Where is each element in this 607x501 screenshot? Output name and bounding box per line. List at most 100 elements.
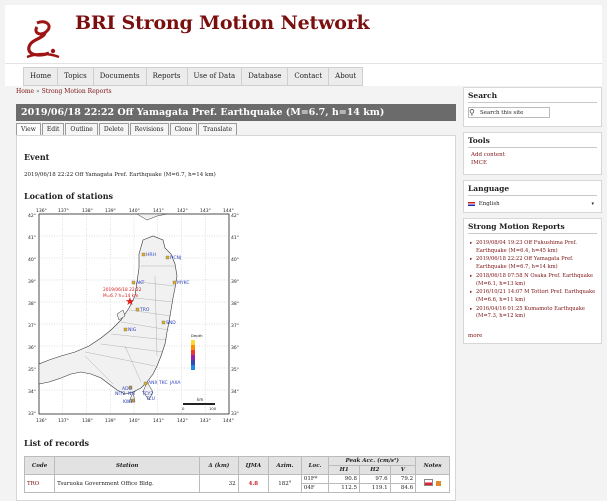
col-header-loc[interactable]: Loc. [300, 456, 330, 475]
search-block-title: Search [468, 91, 498, 100]
lat-tick-right: 33° [231, 411, 239, 417]
epicenter-label-magnitude: M=6.7 h=14 km [103, 293, 138, 299]
station-label: TKC [158, 380, 168, 386]
station-label: HCNJ [170, 255, 181, 261]
language-selected-value: English [478, 201, 500, 207]
breadcrumb-separator: » [34, 88, 42, 95]
lat-tick-right: 41° [231, 235, 239, 241]
cell-delta: 32 [199, 474, 239, 493]
cell-azim: 182° [268, 474, 302, 493]
bri-logo-icon[interactable] [23, 17, 63, 59]
cell-ijma: 4.8 [237, 474, 270, 493]
tools-block-title: Tools [468, 136, 490, 145]
photo-icon[interactable] [435, 481, 441, 486]
search-icon[interactable]: ⚲ [469, 108, 475, 117]
report-link[interactable]: 2019/08/04 19:23 Off Fukushima Pref. Ear… [470, 240, 597, 255]
station-marker[interactable] [143, 381, 148, 386]
col-header-peak: Peak Acc. (cm/s²) [328, 456, 417, 466]
col-header-code[interactable]: Code [23, 456, 56, 475]
station-label: TRO [139, 307, 150, 313]
col-header-h1[interactable]: H1 [328, 465, 360, 475]
records-table: Code Station Δ (km) IJMA Azim. Loc. Peak… [23, 456, 450, 493]
nav-item-home[interactable]: Home [24, 68, 59, 85]
col-header-h2[interactable]: H2 [358, 465, 391, 475]
lat-tick: 35° [28, 367, 36, 373]
station-marker[interactable] [172, 280, 177, 285]
station-marker[interactable] [123, 327, 128, 332]
site-name[interactable]: BRI Strong Motion Network [75, 12, 370, 34]
col-header-station[interactable]: Station [54, 456, 201, 475]
station-marker[interactable] [131, 280, 136, 285]
station-label: SND [166, 320, 176, 326]
lat-tick: 34° [28, 389, 36, 395]
report-link[interactable]: 2019/06/18 22:22 Off Yamagata Pref. Eart… [470, 256, 597, 271]
reports-block-title: Strong Motion Reports [468, 222, 565, 231]
main-nav: Home Topics Documents Reports Use of Dat… [5, 63, 602, 86]
station-marker[interactable] [141, 252, 146, 257]
page: BRI Strong Motion Network Home Topics Do… [0, 0, 607, 501]
station-marker[interactable] [165, 255, 170, 260]
main-content: Event 2019/06/18 22:22 Off Yamagata Pref… [16, 135, 456, 501]
depth-legend-bar [191, 340, 195, 370]
report-link[interactable]: 2016/04/16 01:25 Kumamoto Earthquake (M=… [470, 306, 597, 321]
col-header-delta[interactable]: Δ (km) [199, 456, 239, 475]
cell-code[interactable]: TRO [23, 474, 56, 493]
nav-item-about[interactable]: About [329, 68, 362, 85]
lon-tick: 140° [129, 208, 140, 214]
lat-tick-right: 34° [231, 389, 239, 395]
nav-item-use-of-data[interactable]: Use of Data [188, 68, 243, 85]
lat-tick-right: 40° [231, 257, 239, 263]
add-content-link[interactable]: Add content [471, 152, 505, 158]
cell-h2: 119.1 [358, 483, 391, 493]
event-heading: Event [24, 152, 50, 162]
station-marker[interactable] [161, 320, 166, 325]
lon-tick: 141° [153, 208, 164, 214]
reports-list: 2019/08/04 19:23 Off Fukushima Pref. Ear… [470, 240, 597, 322]
nav-item-topics[interactable]: Topics [58, 68, 94, 85]
lon-tick-bottom: 136° [36, 418, 47, 424]
nav-item-database[interactable]: Database [242, 68, 289, 85]
cell-loc: 01F* [300, 474, 330, 484]
breadcrumb-current-link[interactable]: Strong Motion Reports [42, 88, 112, 95]
station-map[interactable]: 136° 137° 138° 139° 140° 141° 142° 143° … [25, 206, 245, 428]
imce-link[interactable]: IMCE [471, 160, 487, 166]
lat-tick: 40° [28, 257, 36, 263]
table-header-row: Code Station Δ (km) IJMA Azim. Loc. Peak… [23, 456, 450, 475]
station-label: AKT [136, 280, 145, 286]
lat-tick: 41° [28, 235, 36, 241]
more-link[interactable]: more [468, 333, 482, 339]
lat-tick: 33° [28, 411, 36, 417]
flag-icon[interactable] [424, 479, 434, 486]
station-map-svg: 136° 137° 138° 139° 140° 141° 142° 143° … [28, 208, 239, 424]
search-input[interactable]: Search this site [468, 107, 550, 118]
col-header-ijma[interactable]: IJMA [237, 456, 270, 475]
nav-item-contact[interactable]: Contact [288, 68, 330, 85]
cell-v: 84.6 [389, 483, 417, 493]
lat-tick: 38° [28, 301, 36, 307]
lat-tick-right: 37° [231, 323, 239, 329]
chevron-down-icon: ▾ [591, 201, 594, 207]
page-title: 2019/06/18 22:22 Off Yamagata Pref. Eart… [16, 104, 456, 121]
lat-tick: 36° [28, 345, 36, 351]
nav-item-documents[interactable]: Documents [94, 68, 147, 85]
breadcrumb-home-link[interactable]: Home [16, 88, 34, 95]
lat-tick-right: 38° [231, 301, 239, 307]
language-block-title: Language [468, 184, 510, 193]
table-row: TRO Tsuruoka Government Office Bldg. 32 … [23, 474, 450, 493]
cell-station: Tsuruoka Government Office Bldg. [54, 474, 201, 493]
report-link[interactable]: 2018/06/18 07:58 N Osaka Pref. Earthquak… [470, 273, 597, 288]
col-header-azim[interactable]: Azim. [268, 456, 302, 475]
lat-tick: 39° [28, 279, 36, 285]
nav-item-reports[interactable]: Reports [147, 68, 188, 85]
lon-tick: 138° [82, 208, 93, 214]
col-header-v[interactable]: V [389, 465, 417, 475]
station-label: NIG [128, 327, 137, 333]
report-link[interactable]: 2016/10/21 14:07 M Tottori Pref. Earthqu… [470, 289, 597, 304]
lat-tick: 37° [28, 323, 36, 329]
records-heading: List of records [24, 438, 90, 448]
divider [468, 195, 597, 196]
station-label: MYKC [177, 280, 189, 286]
search-block: Search Search this site ⚲ [463, 87, 602, 127]
language-select[interactable]: English ▾ [468, 200, 597, 209]
station-marker[interactable] [135, 307, 140, 312]
